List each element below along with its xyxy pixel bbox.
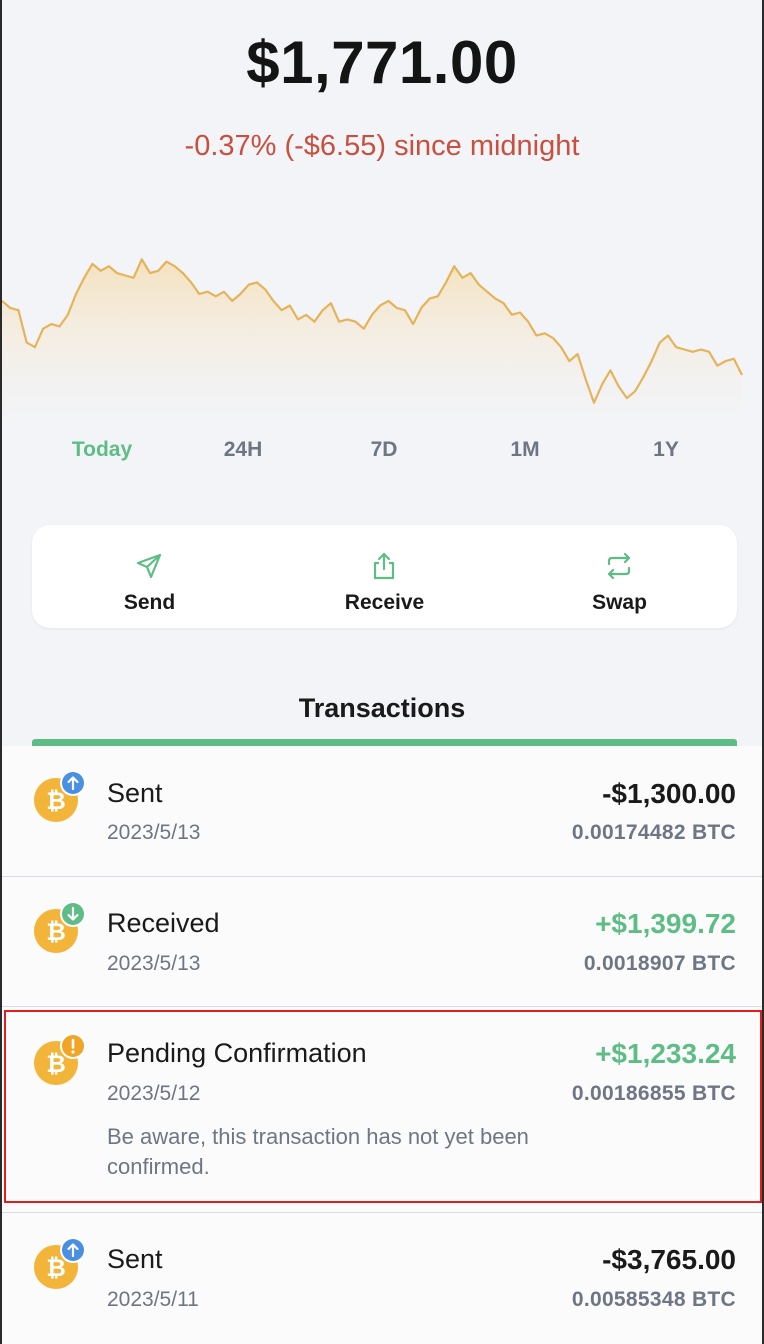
transaction-btc-amount: 0.0018907 BTC xyxy=(583,952,736,975)
svg-text:₿: ₿ xyxy=(46,1050,66,1078)
svg-text:₿: ₿ xyxy=(46,918,66,946)
transactions-tab[interactable]: Transactions xyxy=(0,693,764,724)
transaction-row-pending[interactable]: ₿ Pending Confirmation 2023/5/12 +$1,233… xyxy=(0,1007,764,1213)
transaction-list: ₿ Sent 2023/5/13 -$1,300.00 0.00174482 B… xyxy=(0,746,764,1344)
transaction-title: Received xyxy=(107,908,220,938)
receive-label: Receive xyxy=(344,591,425,614)
send-label: Send xyxy=(123,591,176,614)
send-button[interactable]: Send xyxy=(32,525,267,628)
bitcoin-icon: ₿ xyxy=(34,1033,86,1085)
range-tab-1y[interactable]: 1Y xyxy=(606,438,726,462)
bitcoin-icon: ₿ xyxy=(34,901,86,953)
chart-area xyxy=(2,259,742,430)
pending-warning-text: Be aware, this transaction has not yet b… xyxy=(107,1124,529,1179)
transaction-date: 2023/5/11 xyxy=(107,1288,199,1311)
transaction-title: Pending Confirmation xyxy=(107,1038,367,1068)
range-tab-today[interactable]: Today xyxy=(42,438,162,462)
transaction-btc-amount: 0.00585348 BTC xyxy=(571,1288,736,1311)
action-bar: Send Receive Swap xyxy=(32,525,737,628)
transactions-tab-indicator xyxy=(32,739,737,746)
transaction-amount: -$1,300.00 xyxy=(602,778,736,809)
transaction-amount: +$1,233.24 xyxy=(595,1038,736,1069)
share-icon xyxy=(373,552,395,580)
transaction-btc-amount: 0.00186855 BTC xyxy=(571,1082,736,1105)
swap-icon xyxy=(607,552,631,580)
range-tab-24h[interactable]: 24H xyxy=(183,438,303,462)
range-tab-1m[interactable]: 1M xyxy=(465,438,585,462)
range-tabs: Today 24H 7D 1M 1Y xyxy=(0,438,764,470)
transaction-date: 2023/5/12 xyxy=(107,1082,201,1105)
receive-button[interactable]: Receive xyxy=(267,525,502,628)
transaction-amount: +$1,399.72 xyxy=(595,908,736,939)
wallet-balance: $1,771.00 xyxy=(246,29,518,96)
send-icon xyxy=(136,553,162,579)
transaction-title: Sent xyxy=(107,778,163,808)
svg-text:₿: ₿ xyxy=(46,1254,66,1282)
transaction-row[interactable]: ₿ Received 2023/5/13 +$1,399.72 0.001890… xyxy=(0,877,764,1007)
transaction-row[interactable]: ₿ Sent 2023/5/11 -$3,765.00 0.00585348 B… xyxy=(0,1213,764,1344)
transaction-amount: -$3,765.00 xyxy=(602,1244,736,1275)
swap-button[interactable]: Swap xyxy=(502,525,737,628)
transaction-date: 2023/5/13 xyxy=(107,952,201,975)
transaction-date: 2023/5/13 xyxy=(107,821,201,844)
balance-change: -0.37% (-$6.55) since midnight xyxy=(184,130,580,162)
transaction-row[interactable]: ₿ Sent 2023/5/13 -$1,300.00 0.00174482 B… xyxy=(0,746,764,877)
bitcoin-icon: ₿ xyxy=(34,770,86,822)
transaction-title: Sent xyxy=(107,1244,163,1274)
transaction-btc-amount: 0.00174482 BTC xyxy=(571,821,736,844)
swap-label: Swap xyxy=(592,591,647,614)
bitcoin-icon: ₿ xyxy=(34,1237,86,1289)
price-chart xyxy=(1,258,743,430)
svg-text:₿: ₿ xyxy=(46,787,66,815)
range-tab-7d[interactable]: 7D xyxy=(324,438,444,462)
